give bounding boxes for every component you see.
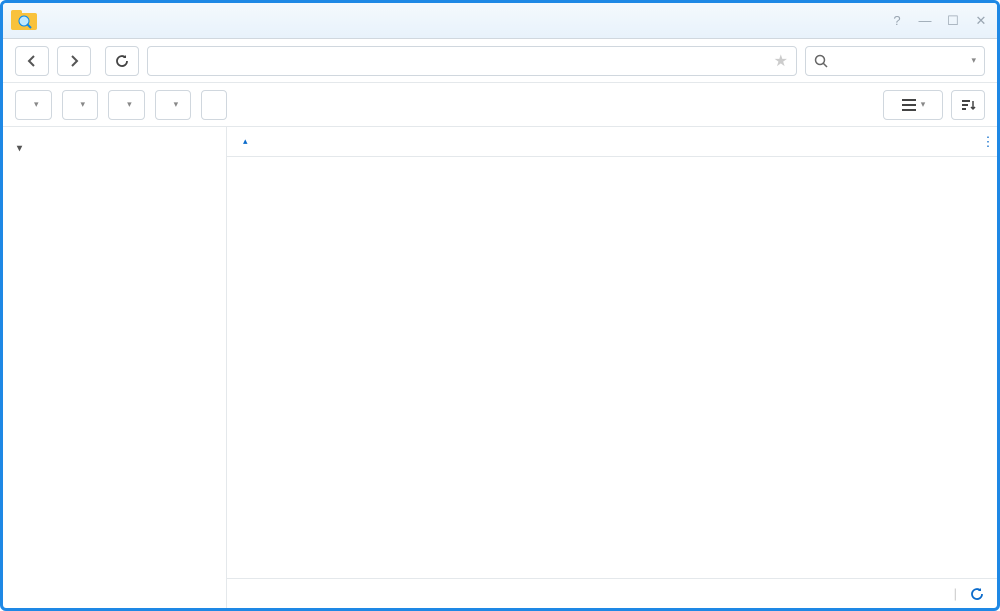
minimize-icon[interactable]: —	[917, 13, 933, 29]
refresh-button[interactable]	[105, 46, 139, 76]
sidebar: ▾	[3, 127, 227, 608]
column-menu-icon[interactable]: ⋮	[979, 134, 997, 150]
close-icon[interactable]: ✕	[973, 13, 989, 29]
body: ▾ ▴ ⋮ |	[3, 127, 997, 608]
action-row: ▾ ▾ ▾ ▾ ▾	[3, 83, 997, 127]
new-button[interactable]: ▾	[62, 90, 99, 120]
window-controls: ? — ☐ ✕	[889, 13, 989, 29]
back-button[interactable]	[15, 46, 49, 76]
app-icon	[11, 10, 37, 32]
settings-button[interactable]	[201, 90, 227, 120]
maximize-icon[interactable]: ☐	[945, 13, 961, 29]
list-icon	[901, 98, 917, 112]
caret-icon: ▾	[921, 99, 926, 110]
column-name[interactable]: ▴	[227, 136, 707, 147]
sort-icon	[960, 98, 976, 112]
list-body	[227, 157, 997, 578]
view-mode-button[interactable]: ▾	[883, 90, 943, 120]
footer-divider: |	[954, 586, 957, 601]
footer-refresh-icon[interactable]	[969, 586, 985, 602]
footer: |	[227, 578, 997, 608]
nav-row: ★ ▾	[3, 39, 997, 83]
sort-asc-icon: ▴	[243, 136, 248, 147]
list-header: ▴ ⋮	[227, 127, 997, 157]
sort-button[interactable]	[951, 90, 985, 120]
help-icon[interactable]: ?	[889, 13, 905, 29]
titlebar: ? — ☐ ✕	[3, 3, 997, 39]
tools-button[interactable]: ▾	[155, 90, 192, 120]
caret-icon: ▾	[34, 99, 39, 110]
chevron-down-icon: ▾	[17, 143, 31, 154]
view-controls: ▾	[883, 90, 985, 120]
search-input[interactable]: ▾	[805, 46, 985, 76]
main: ▴ ⋮ |	[227, 127, 997, 608]
caret-icon: ▾	[174, 99, 179, 110]
tree-root[interactable]: ▾	[3, 133, 226, 163]
forward-button[interactable]	[57, 46, 91, 76]
window: ? — ☐ ✕ ★ ▾ ▾ ▾ ▾ ▾	[0, 0, 1000, 611]
path-input[interactable]: ★	[147, 46, 797, 76]
caret-icon: ▾	[81, 99, 86, 110]
search-icon	[814, 54, 828, 68]
chevron-down-icon: ▾	[971, 55, 976, 66]
upload-button[interactable]: ▾	[15, 90, 52, 120]
star-icon[interactable]: ★	[774, 51, 788, 71]
caret-icon: ▾	[127, 99, 132, 110]
action-button[interactable]: ▾	[108, 90, 145, 120]
